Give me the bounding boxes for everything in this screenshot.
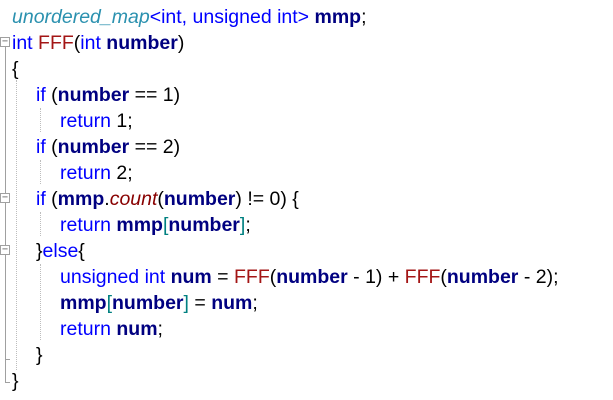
function-name: FFF	[234, 266, 270, 288]
variable-name: mmp	[57, 188, 105, 210]
code-line-15[interactable]: }	[12, 368, 19, 394]
param-ref: number	[168, 214, 240, 236]
param-ref: number	[446, 266, 519, 288]
indent-guide	[16, 80, 17, 370]
code-line-1[interactable]: unordered_map<int, unsigned int> mmp;	[12, 4, 367, 30]
punctuation: )	[177, 32, 185, 54]
brace: {	[12, 58, 19, 80]
fold-end-tick	[5, 382, 10, 383]
code-line-8[interactable]: if (mmp.count(number) != 0) {	[36, 186, 299, 212]
expression: ) != 0) {	[235, 188, 299, 210]
code-line-6[interactable]: if (number == 2)	[36, 134, 180, 160]
expression: - 2);	[518, 266, 559, 288]
punctuation: (	[45, 136, 58, 158]
param-type: int	[80, 32, 101, 54]
code-line-9[interactable]: return mmp[number];	[60, 212, 251, 238]
code-line-5[interactable]: return 1;	[60, 108, 133, 134]
expression: 1;	[110, 110, 133, 132]
keyword: if	[36, 136, 46, 158]
fold-toggle-icon[interactable]: −	[0, 193, 10, 203]
keyword: if	[36, 188, 46, 210]
indent-guide	[40, 264, 41, 340]
punctuation: ;	[361, 6, 367, 28]
brace: }	[36, 344, 43, 366]
method-name: count	[109, 188, 158, 210]
keyword: return	[60, 214, 111, 236]
fold-gutter-line	[5, 46, 6, 382]
code-line-10[interactable]: }else{	[36, 238, 85, 264]
expression: == 2)	[129, 136, 181, 158]
operator: =	[211, 266, 234, 288]
code-line-11[interactable]: unsigned int num = FFF(number - 1) + FFF…	[60, 264, 559, 290]
variable-name: mmp	[314, 6, 362, 28]
keyword: unsigned int	[60, 266, 166, 288]
indent-guide	[40, 212, 41, 236]
param-ref: number	[163, 188, 236, 210]
code-editor[interactable]: − − − unordered_map<int, unsigned int> m…	[0, 0, 613, 400]
return-type: int	[12, 32, 33, 54]
type-name: unordered_map	[12, 6, 150, 28]
expression: - 1) +	[347, 266, 405, 288]
keyword: return	[60, 110, 111, 132]
code-line-4[interactable]: if (number == 1)	[36, 82, 180, 108]
code-line-2[interactable]: int FFF(int number)	[12, 30, 184, 56]
param-ref: number	[276, 266, 348, 288]
variable-name: mmp	[116, 214, 163, 236]
code-line-3[interactable]: {	[12, 56, 19, 82]
fold-toggle-icon[interactable]: −	[0, 37, 10, 47]
operator: =	[188, 292, 212, 314]
param-ref: number	[57, 136, 130, 158]
code-line-13[interactable]: return num;	[60, 316, 163, 342]
punctuation: (	[45, 84, 58, 106]
code-line-14[interactable]: }	[36, 342, 43, 368]
brace: {	[78, 240, 85, 262]
keyword: if	[36, 84, 46, 106]
keyword: return	[60, 318, 111, 340]
template-args: <int, unsigned int>	[149, 6, 310, 28]
param-name: number	[106, 32, 178, 54]
indent-guide	[40, 160, 41, 184]
variable-name: num	[116, 318, 158, 340]
punctuation: (	[45, 188, 58, 210]
variable-name: num	[170, 266, 212, 288]
code-line-12[interactable]: mmp[number] = num;	[60, 290, 258, 316]
punctuation: ;	[252, 292, 258, 314]
indent-guide	[40, 108, 41, 132]
code-line-7[interactable]: return 2;	[60, 160, 133, 186]
keyword: else	[42, 240, 79, 262]
function-name: FFF	[404, 266, 441, 288]
punctuation: ;	[245, 214, 251, 236]
fold-end-tick	[5, 359, 10, 360]
variable-name: mmp	[60, 292, 107, 314]
keyword: return	[60, 162, 111, 184]
punctuation: ;	[157, 318, 163, 340]
variable-name: num	[211, 292, 253, 314]
expression: == 1)	[129, 84, 181, 106]
brace: }	[12, 370, 19, 392]
expression: 2;	[110, 162, 133, 184]
function-name: FFF	[38, 32, 74, 54]
fold-toggle-icon[interactable]: −	[0, 245, 10, 255]
param-ref: number	[112, 292, 184, 314]
param-ref: number	[57, 84, 130, 106]
